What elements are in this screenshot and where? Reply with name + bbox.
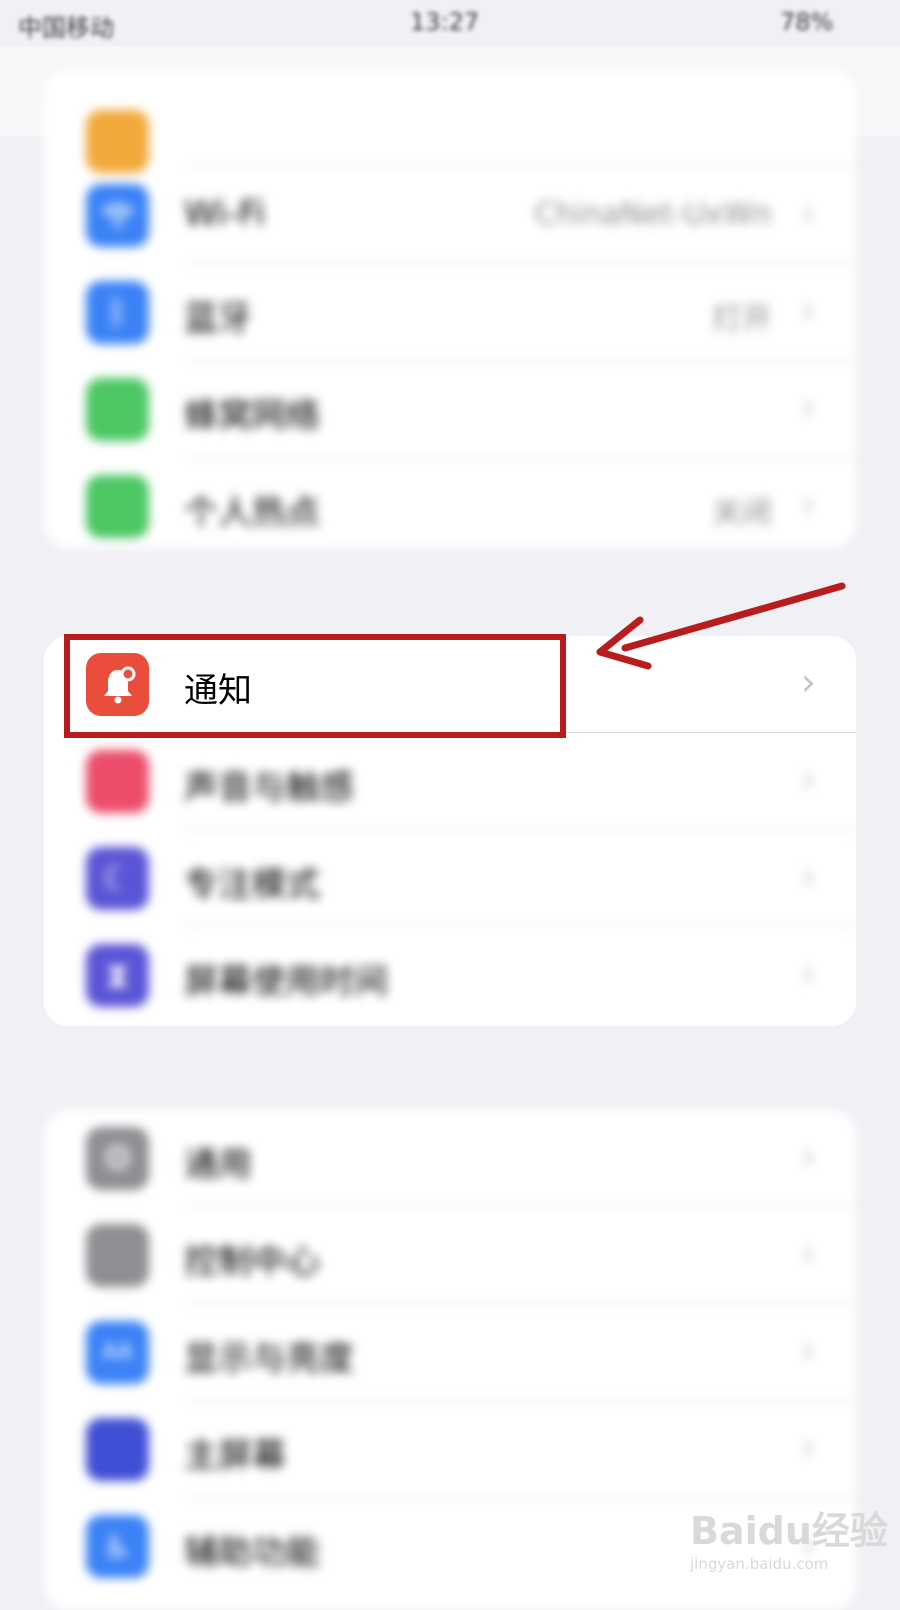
annotation-arrow-icon (596, 582, 846, 670)
watermark-logo: Baidu经验 (690, 1509, 888, 1553)
baidu-jingyan-watermark: Baidu经验 jingyan.baidu.com (690, 1500, 890, 1590)
watermark-url: jingyan.baidu.com (690, 1555, 829, 1573)
